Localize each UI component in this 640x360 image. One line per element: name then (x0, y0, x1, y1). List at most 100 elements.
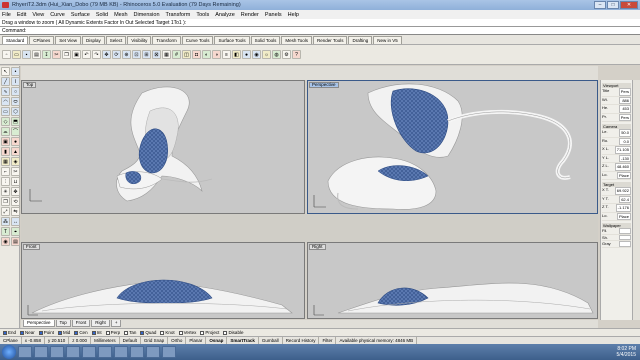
undo-icon[interactable]: ↶ (82, 50, 91, 59)
select-arrow-icon[interactable]: ↖ (1, 67, 10, 76)
arc-icon[interactable]: ◠ (1, 97, 10, 106)
osnap-point[interactable]: Point (38, 330, 54, 335)
loft-icon[interactable]: ⌓ (1, 127, 10, 136)
tab-new-in-v5[interactable]: New in V5 (373, 36, 402, 44)
taskbar-app-icon[interactable] (162, 346, 176, 358)
mesh-icon[interactable]: ▦ (1, 157, 10, 166)
taskbar-app-icon[interactable] (34, 346, 48, 358)
extrude-icon[interactable]: ⬒ (11, 117, 20, 126)
status-cplane[interactable]: CPlane (0, 337, 22, 344)
new-file-icon[interactable]: ▫ (2, 50, 11, 59)
tab-transform[interactable]: Transform (152, 36, 181, 44)
status-smarttrack[interactable]: SmartTrack (227, 337, 259, 344)
taskbar-app-icon[interactable] (98, 346, 112, 358)
sweep-icon[interactable]: ⌒ (11, 127, 20, 136)
cut-icon[interactable]: ✂ (52, 50, 61, 59)
vptab-perspective[interactable]: Perspective (23, 320, 55, 327)
prop-value[interactable]: 0.0 (619, 137, 631, 145)
prop-value[interactable]: 69.922 (614, 187, 631, 195)
prop-checkbox[interactable] (619, 241, 631, 247)
line-icon[interactable]: ╱ (1, 77, 10, 86)
point-icon[interactable]: • (11, 67, 20, 76)
mirror-icon[interactable]: ⇋ (11, 207, 20, 216)
print-icon[interactable]: ▤ (32, 50, 41, 59)
circle-icon[interactable]: ○ (11, 87, 20, 96)
status-planar[interactable]: Planar (186, 337, 207, 344)
array-icon[interactable]: ⁂ (1, 217, 10, 226)
taskbar-app-icon[interactable] (114, 346, 128, 358)
viewport-top[interactable]: Top (21, 80, 305, 214)
light-icon[interactable]: ☼ (262, 50, 271, 59)
checkbox[interactable] (20, 330, 25, 335)
vptab-add[interactable]: + (110, 320, 122, 327)
vptab-top[interactable]: Top (55, 320, 71, 327)
prop-value[interactable]: 62.4 (619, 195, 631, 203)
pan-icon[interactable]: ✥ (102, 50, 111, 59)
status-grid-snap[interactable]: Grid Snap (141, 337, 169, 344)
viewport-label-perspective[interactable]: Perspective (309, 82, 339, 88)
menu-curve[interactable]: Curve (50, 12, 65, 18)
menu-solid[interactable]: Solid (96, 12, 108, 18)
osnap-quad[interactable]: Quad (140, 330, 156, 335)
menu-surface[interactable]: Surface (71, 12, 90, 18)
minimize-button[interactable]: – (594, 1, 606, 9)
status-gumball[interactable]: Gumball (259, 337, 283, 344)
taskbar-app-icon[interactable] (146, 346, 160, 358)
hide-icon[interactable]: ◑ (212, 50, 221, 59)
checkbox[interactable] (105, 330, 110, 335)
osnap-int[interactable]: Int (91, 330, 102, 335)
prop-value[interactable]: Pers (618, 88, 631, 96)
osnap-end[interactable]: End (3, 330, 16, 335)
status-layer[interactable]: Default (120, 337, 141, 344)
polygon-icon[interactable]: ⬡ (11, 107, 20, 116)
redo-icon[interactable]: ↷ (92, 50, 101, 59)
checkbox[interactable] (200, 330, 205, 335)
menu-mesh[interactable]: Mesh (114, 12, 127, 18)
checkbox[interactable] (124, 330, 129, 335)
split-icon[interactable]: ⫶ (1, 177, 10, 186)
sphere-icon[interactable]: ● (11, 137, 20, 146)
prop-value[interactable]: -130 (618, 154, 631, 162)
copy-object-icon[interactable]: ❐ (1, 197, 10, 206)
move-icon[interactable]: ✥ (11, 187, 20, 196)
analyze-icon[interactable]: ⌖ (11, 227, 20, 236)
show-icon[interactable]: ◐ (202, 50, 211, 59)
checkbox[interactable] (74, 330, 79, 335)
osnap-mid[interactable]: Mid (58, 330, 70, 335)
menu-view[interactable]: View (32, 12, 44, 18)
place-button[interactable]: Place (616, 212, 631, 220)
menu-dimension[interactable]: Dimension (134, 12, 160, 18)
checkbox[interactable] (178, 330, 183, 335)
viewport-splitter[interactable] (21, 214, 598, 242)
osnap-near[interactable]: Near (20, 330, 35, 335)
menu-edit[interactable]: Edit (17, 12, 26, 18)
zoom-window-icon[interactable]: ⊡ (132, 50, 141, 59)
status-units[interactable]: Millimeters (91, 337, 120, 344)
fillet-icon[interactable]: ⌐ (1, 167, 10, 176)
tab-drafting[interactable]: Drafting (348, 36, 373, 44)
surface-icon[interactable]: ◇ (1, 117, 10, 126)
status-osnap[interactable]: Osnap (206, 337, 228, 344)
open-file-icon[interactable]: ▭ (12, 50, 21, 59)
checkbox[interactable] (160, 330, 165, 335)
rotate-icon[interactable]: ⟲ (11, 197, 20, 206)
tab-display[interactable]: Display (81, 36, 105, 44)
taskbar-app-icon[interactable] (130, 346, 144, 358)
viewport-label-top[interactable]: Top (23, 82, 37, 88)
curve-icon[interactable]: ∿ (1, 87, 10, 96)
cylinder-icon[interactable]: ▮ (1, 147, 10, 156)
tab-solid-tools[interactable]: Solid Tools (250, 36, 281, 44)
box-icon[interactable]: ▣ (1, 137, 10, 146)
osnap-cen[interactable]: Cen (74, 330, 88, 335)
prop-value[interactable]: 886 (619, 96, 631, 104)
viewport-label-right[interactable]: Right (309, 244, 326, 250)
help-icon[interactable]: ? (292, 50, 301, 59)
checkbox[interactable] (140, 330, 145, 335)
prop-value[interactable]: 453 (619, 105, 631, 113)
rotate-view-icon[interactable]: ⟳ (112, 50, 121, 59)
grid-icon[interactable]: # (172, 50, 181, 59)
start-button[interactable] (2, 345, 16, 359)
viewport-right[interactable]: Right (307, 242, 598, 319)
layout-icon[interactable]: ▤ (11, 237, 20, 246)
text-icon[interactable]: T (1, 227, 10, 236)
